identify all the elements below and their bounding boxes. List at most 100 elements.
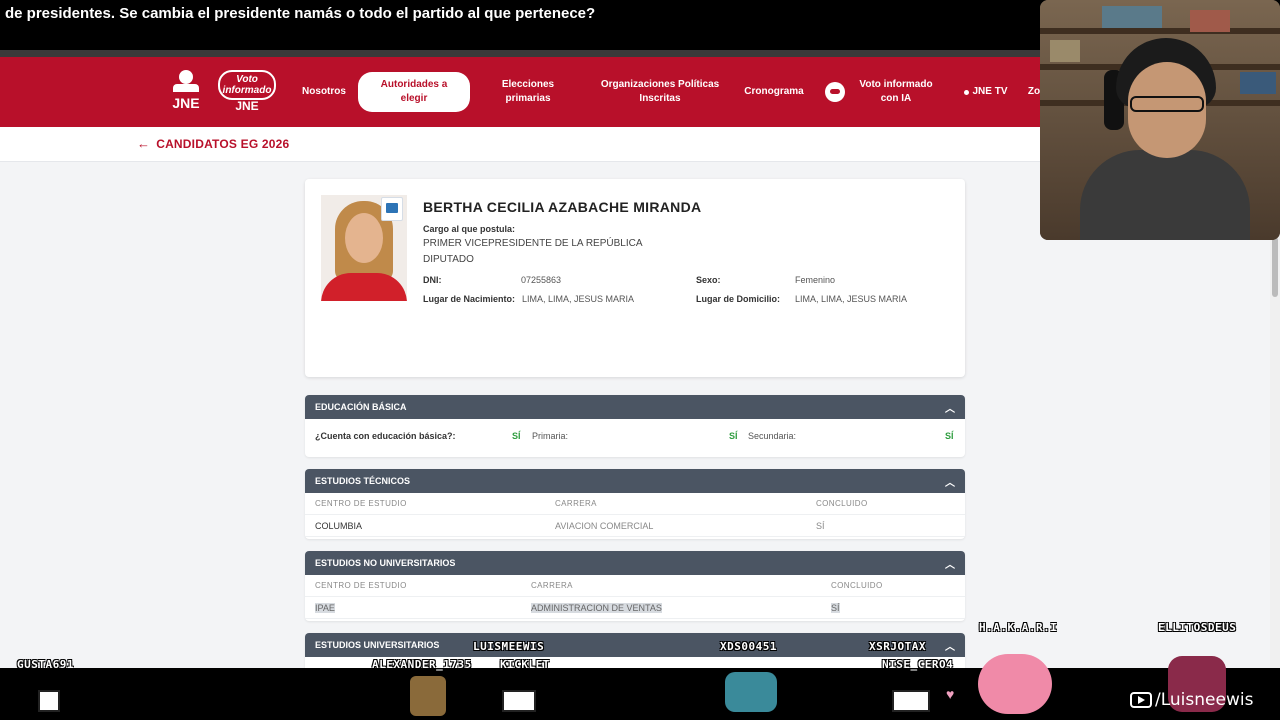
voto-informado-text: Voto informado	[218, 70, 276, 100]
dni-value: 07255863	[521, 275, 562, 285]
nav-jne-tv[interactable]: JNE TV	[960, 57, 1012, 127]
cell-concluido: SÍ	[831, 603, 840, 613]
section-title: ESTUDIOS NO UNIVERSITARIOS	[315, 558, 456, 568]
domicilio-value: LIMA, LIMA, JESUS MARIA	[795, 294, 908, 304]
nav-organizaciones-label: Organizaciones Políticas Inscritas	[600, 79, 720, 104]
chat-name-ellitos: ELLITOSDEUS	[1158, 621, 1237, 634]
chat-name-gusta: GUSTA691	[17, 658, 74, 671]
webcam-overlay	[1040, 0, 1280, 240]
chat-name-luismeewis: LUISMEEWIS	[473, 640, 545, 653]
nacimiento-label: Lugar de Nacimiento:	[423, 294, 516, 304]
position-1: PRIMER VICEPRESIDENTE DE LA REPÚBLICA	[423, 238, 643, 249]
voto-informado-logo[interactable]: Voto informado JNE	[218, 70, 276, 114]
domicilio-label: Lugar de Domicilio:	[696, 294, 781, 304]
table-header-row: CENTRO DE ESTUDIO CARRERA CONCLUIDO	[305, 493, 965, 515]
candidate-profile-card: BERTHA CECILIA AZABACHE MIRANDA Cargo al…	[305, 179, 965, 377]
sprite-lickitung-icon	[978, 654, 1052, 714]
chat-name-alexander: ALEXANDER_1735	[372, 658, 472, 671]
nav-autoridades[interactable]: Autoridades a elegir	[358, 57, 470, 127]
section-title: EDUCACIÓN BÁSICA	[315, 402, 407, 412]
col-concluido: CONCLUIDO	[816, 499, 868, 508]
col-carrera: CARRERA	[555, 499, 597, 508]
chat-name-kicklet: KICKLET	[500, 658, 550, 671]
caption-text: de presidentes. Se cambia el presidente …	[0, 0, 1040, 50]
nav-elecciones-label: Elecciones primarias	[501, 79, 555, 104]
party-logo-icon	[381, 197, 403, 221]
nav-autoridades-label: Autoridades a elegir	[358, 72, 470, 112]
nav-more-label: Zo	[1027, 86, 1041, 97]
back-link-label: CANDIDATOS EG 2026	[156, 137, 290, 151]
cell-centro: IPAE	[315, 603, 335, 613]
youtube-brand: /Luisneewis	[1130, 690, 1253, 710]
cell-concluido: SÍ	[816, 521, 825, 531]
section-estudios-no-universitarios: ESTUDIOS NO UNIVERSITARIOS ︿ CENTRO DE E…	[305, 551, 965, 621]
basic-education-row: ¿Cuenta con educación básica?: SÍ Primar…	[305, 419, 965, 457]
cargo-label: Cargo al que postula:	[423, 224, 516, 234]
q-secundaria: Secundaria:	[748, 431, 797, 441]
chat-name-xsrjotax: XSRJOTAX	[869, 640, 926, 653]
cell-carrera: ADMINISTRACION DE VENTAS	[531, 603, 662, 613]
cell-carrera: AVIACION COMERCIAL	[555, 521, 654, 531]
chat-name-hakari: H.A.K.A.R.I	[979, 621, 1058, 634]
position-2: DIPUTADO	[423, 254, 474, 265]
col-centro: CENTRO DE ESTUDIO	[315, 499, 407, 508]
section-header-estudios-tecnicos[interactable]: ESTUDIOS TÉCNICOS ︿	[305, 469, 965, 493]
voto-informado-jne-text: JNE	[235, 99, 259, 113]
chat-name-nise: NISE_CERO4	[882, 658, 954, 671]
nav-organizaciones[interactable]: Organizaciones Políticas Inscritas	[600, 57, 720, 127]
back-to-candidates-link[interactable]: ← CANDIDATOS EG 2026	[137, 136, 289, 151]
section-title: ESTUDIOS TÉCNICOS	[315, 476, 411, 486]
browser-edge	[0, 50, 1040, 57]
sexo-value: Femenino	[795, 275, 836, 285]
sprite-avatar-icon	[892, 690, 930, 712]
stream-frame: de presidentes. Se cambia el presidente …	[0, 0, 1280, 720]
candidate-name: BERTHA CECILIA AZABACHE MIRANDA	[423, 199, 702, 215]
section-header-estudios-no-universitarios[interactable]: ESTUDIOS NO UNIVERSITARIOS ︿	[305, 551, 965, 575]
nav-voto-ia[interactable]: Voto informado con IA	[822, 57, 942, 127]
jne-logo[interactable]: JNE	[164, 70, 208, 114]
cell-centro: COLUMBIA	[315, 521, 363, 531]
a-educacion-basica: SÍ	[512, 431, 521, 441]
nav-nosotros[interactable]: Nosotros	[296, 57, 352, 127]
sprite-avatar-icon	[502, 690, 536, 712]
jne-logo-text: JNE	[172, 95, 200, 111]
nav-nosotros-label: Nosotros	[302, 86, 346, 97]
col-concluido: CONCLUIDO	[831, 581, 883, 590]
section-estudios-tecnicos: ESTUDIOS TÉCNICOS ︿ CENTRO DE ESTUDIO CA…	[305, 469, 965, 539]
sprite-creature-icon	[725, 672, 777, 712]
chevron-up-icon[interactable]: ︿	[945, 638, 955, 653]
nav-jne-tv-label: JNE TV	[972, 86, 1008, 97]
section-header-educacion-basica[interactable]: EDUCACIÓN BÁSICA ︿	[305, 395, 965, 419]
stream-overlay-bar	[0, 668, 1280, 720]
arrow-left-icon: ←	[137, 136, 151, 151]
nacimiento-value: LIMA, LIMA, JESUS MARIA	[522, 294, 635, 304]
jne-emblem-icon	[173, 70, 199, 92]
table-row: IPAE ADMINISTRACION DE VENTAS SÍ	[305, 597, 965, 619]
table-header-row: CENTRO DE ESTUDIO CARRERA CONCLUIDO	[305, 575, 965, 597]
table-row: COLUMBIA AVIACION COMERCIAL SÍ	[305, 515, 965, 537]
a-secundaria: SÍ	[945, 431, 954, 441]
dni-label: DNI:	[423, 275, 442, 285]
nav-cronograma[interactable]: Cronograma	[740, 57, 808, 127]
col-carrera: CARRERA	[531, 581, 573, 590]
a-primaria: SÍ	[729, 431, 738, 441]
chat-name-xds: XDS00451	[720, 640, 777, 653]
nav-elecciones-primarias[interactable]: Elecciones primarias	[478, 57, 578, 127]
live-dot-icon	[964, 89, 970, 95]
sprite-robot-icon	[410, 676, 446, 716]
chatbot-icon	[825, 82, 845, 102]
q-primaria: Primaria:	[532, 431, 569, 441]
nav-cronograma-label: Cronograma	[744, 86, 804, 97]
section-educacion-basica: EDUCACIÓN BÁSICA ︿ ¿Cuenta con educación…	[305, 395, 965, 457]
section-header-estudios-universitarios[interactable]: ESTUDIOS UNIVERSITARIOS ︿	[305, 633, 965, 657]
sprite-avatar-icon	[38, 690, 60, 712]
chevron-up-icon[interactable]: ︿	[945, 474, 955, 489]
scroll-thumb[interactable]	[1272, 237, 1278, 297]
youtube-icon	[1130, 692, 1152, 708]
col-centro: CENTRO DE ESTUDIO	[315, 581, 407, 590]
sexo-label: Sexo:	[696, 275, 721, 285]
heart-icon: ♥	[946, 686, 955, 702]
chevron-up-icon[interactable]: ︿	[945, 400, 955, 415]
section-title: ESTUDIOS UNIVERSITARIOS	[315, 640, 440, 650]
chevron-up-icon[interactable]: ︿	[945, 556, 955, 571]
